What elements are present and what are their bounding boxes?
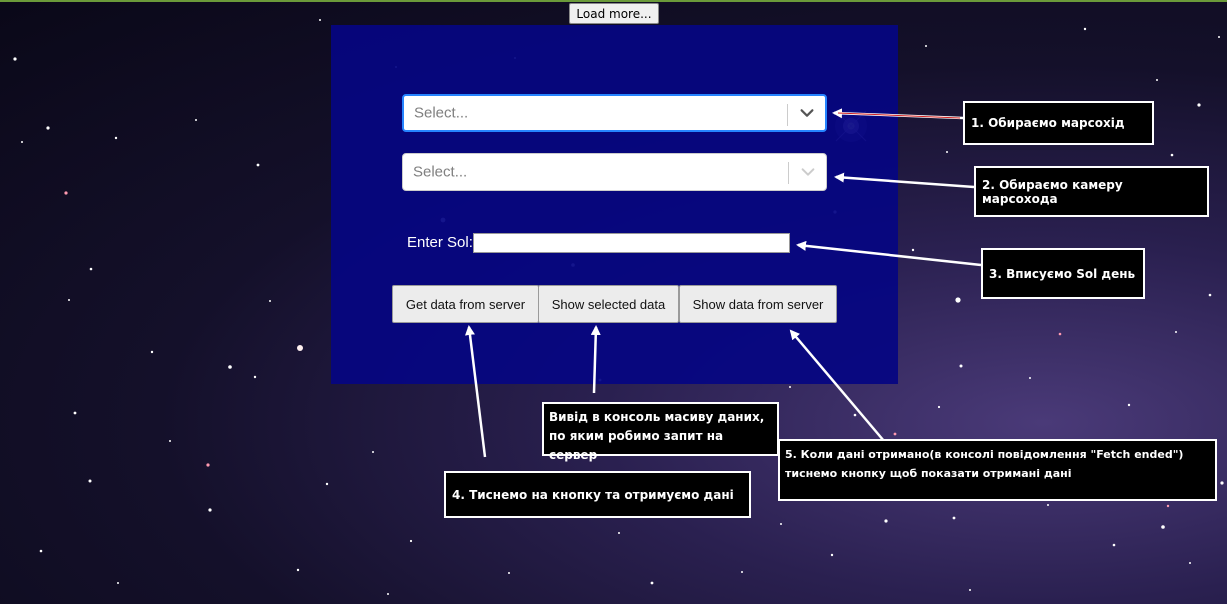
chevron-down-icon[interactable] <box>799 163 817 181</box>
camera-select-placeholder: Select... <box>413 163 468 181</box>
camera-select[interactable]: Select... <box>402 153 827 191</box>
annotation-text: 4. Тиснемо на кнопку та отримуємо дані <box>452 487 734 502</box>
show-data-from-server-button[interactable]: Show data from server <box>679 285 837 323</box>
rover-select[interactable]: Select... <box>402 94 827 132</box>
annotation-step-1: 1. Обираємо марсохід <box>963 101 1154 145</box>
annotation-console-output: Вивід в консоль масиву даних, по яким ро… <box>542 402 779 462</box>
annotation-text: Вивід в консоль масиву даних, <box>549 410 765 424</box>
annotation-text: 5. Коли дані отримано(в консолі повідомл… <box>785 448 1184 461</box>
chevron-down-icon[interactable] <box>798 104 816 122</box>
annotation-text: по яким робимо запит на сервер <box>549 429 724 462</box>
rover-select-placeholder: Select... <box>414 104 469 122</box>
annotation-text: тиснемо кнопку щоб показати отримані дан… <box>785 467 1072 480</box>
annotation-text: 1. Обираємо марсохід <box>971 116 1125 130</box>
top-border-line <box>0 0 1227 2</box>
annotation-text: 2. Обираємо камеру марсохода <box>982 177 1123 206</box>
select-separator <box>787 104 788 126</box>
load-more-button[interactable]: Load more... <box>569 3 659 24</box>
sol-label: Enter Sol: <box>407 234 473 251</box>
annotation-step-5: 5. Коли дані отримано(в консолі повідомл… <box>778 439 1217 501</box>
annotation-step-4: 4. Тиснемо на кнопку та отримуємо дані <box>444 471 751 518</box>
show-selected-data-button[interactable]: Show selected data <box>538 285 679 323</box>
annotation-text: 3. Вписуємо Sol день <box>989 266 1136 281</box>
annotation-step-2: 2. Обираємо камеру марсохода <box>974 166 1209 217</box>
sol-input[interactable] <box>473 233 790 253</box>
form-panel <box>331 25 898 384</box>
select-separator <box>788 162 789 184</box>
annotation-step-3: 3. Вписуємо Sol день <box>981 248 1145 299</box>
get-data-button[interactable]: Get data from server <box>392 285 539 323</box>
